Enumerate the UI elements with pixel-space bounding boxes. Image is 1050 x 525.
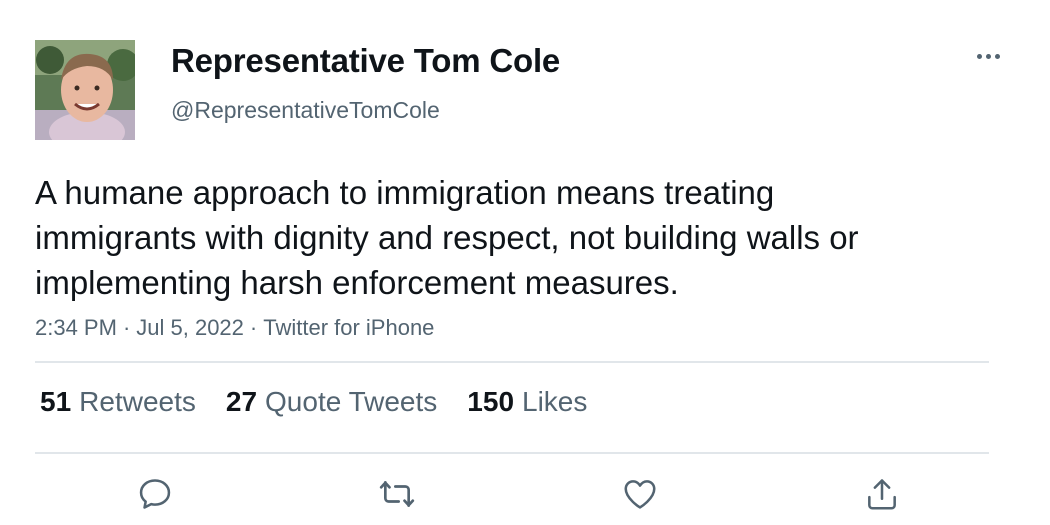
tweet-stats: 51 Retweets 27 Quote Tweets 150 Likes [40,386,587,418]
more-options-icon[interactable] [966,44,1010,68]
reply-button[interactable] [135,474,175,514]
meta-separator: · [249,315,258,340]
likes-count: 150 [467,386,515,417]
retweets-stat[interactable]: 51 Retweets [40,386,196,418]
tweet-meta: 2:34 PM · Jul 5, 2022 · Twitter for iPhone [35,315,434,341]
retweet-button[interactable] [377,474,417,514]
share-button[interactable] [862,474,902,514]
tweet-date[interactable]: Jul 5, 2022 [136,315,244,340]
tweet-source[interactable]: Twitter for iPhone [263,315,434,340]
quote-tweets-stat[interactable]: 27 Quote Tweets [226,386,437,418]
retweets-label: Retweets [79,386,196,417]
like-button[interactable] [620,474,660,514]
reply-icon [139,479,171,509]
more-dot [994,53,1000,59]
divider [35,361,989,363]
divider [35,452,989,454]
likes-label: Likes [522,386,588,417]
tweet-detail: Representative Tom Cole @RepresentativeT… [0,0,1050,525]
tweet-time[interactable]: 2:34 PM [35,315,117,340]
quote-tweets-label: Quote Tweets [265,386,438,417]
likes-stat[interactable]: 150 Likes [467,386,587,418]
quote-tweets-count: 27 [225,386,258,417]
meta-separator: · [122,315,131,340]
like-icon [624,480,656,509]
more-dot [985,53,991,59]
tweet-text: A humane approach to immigration means t… [35,174,859,301]
author-display-name[interactable]: Representative Tom Cole [171,42,560,80]
share-icon [868,479,896,510]
avatar[interactable] [35,40,135,140]
retweet-icon [379,481,415,507]
more-dot [976,53,982,59]
author-handle[interactable]: @RepresentativeTomCole [171,97,440,124]
retweets-count: 51 [40,386,72,417]
